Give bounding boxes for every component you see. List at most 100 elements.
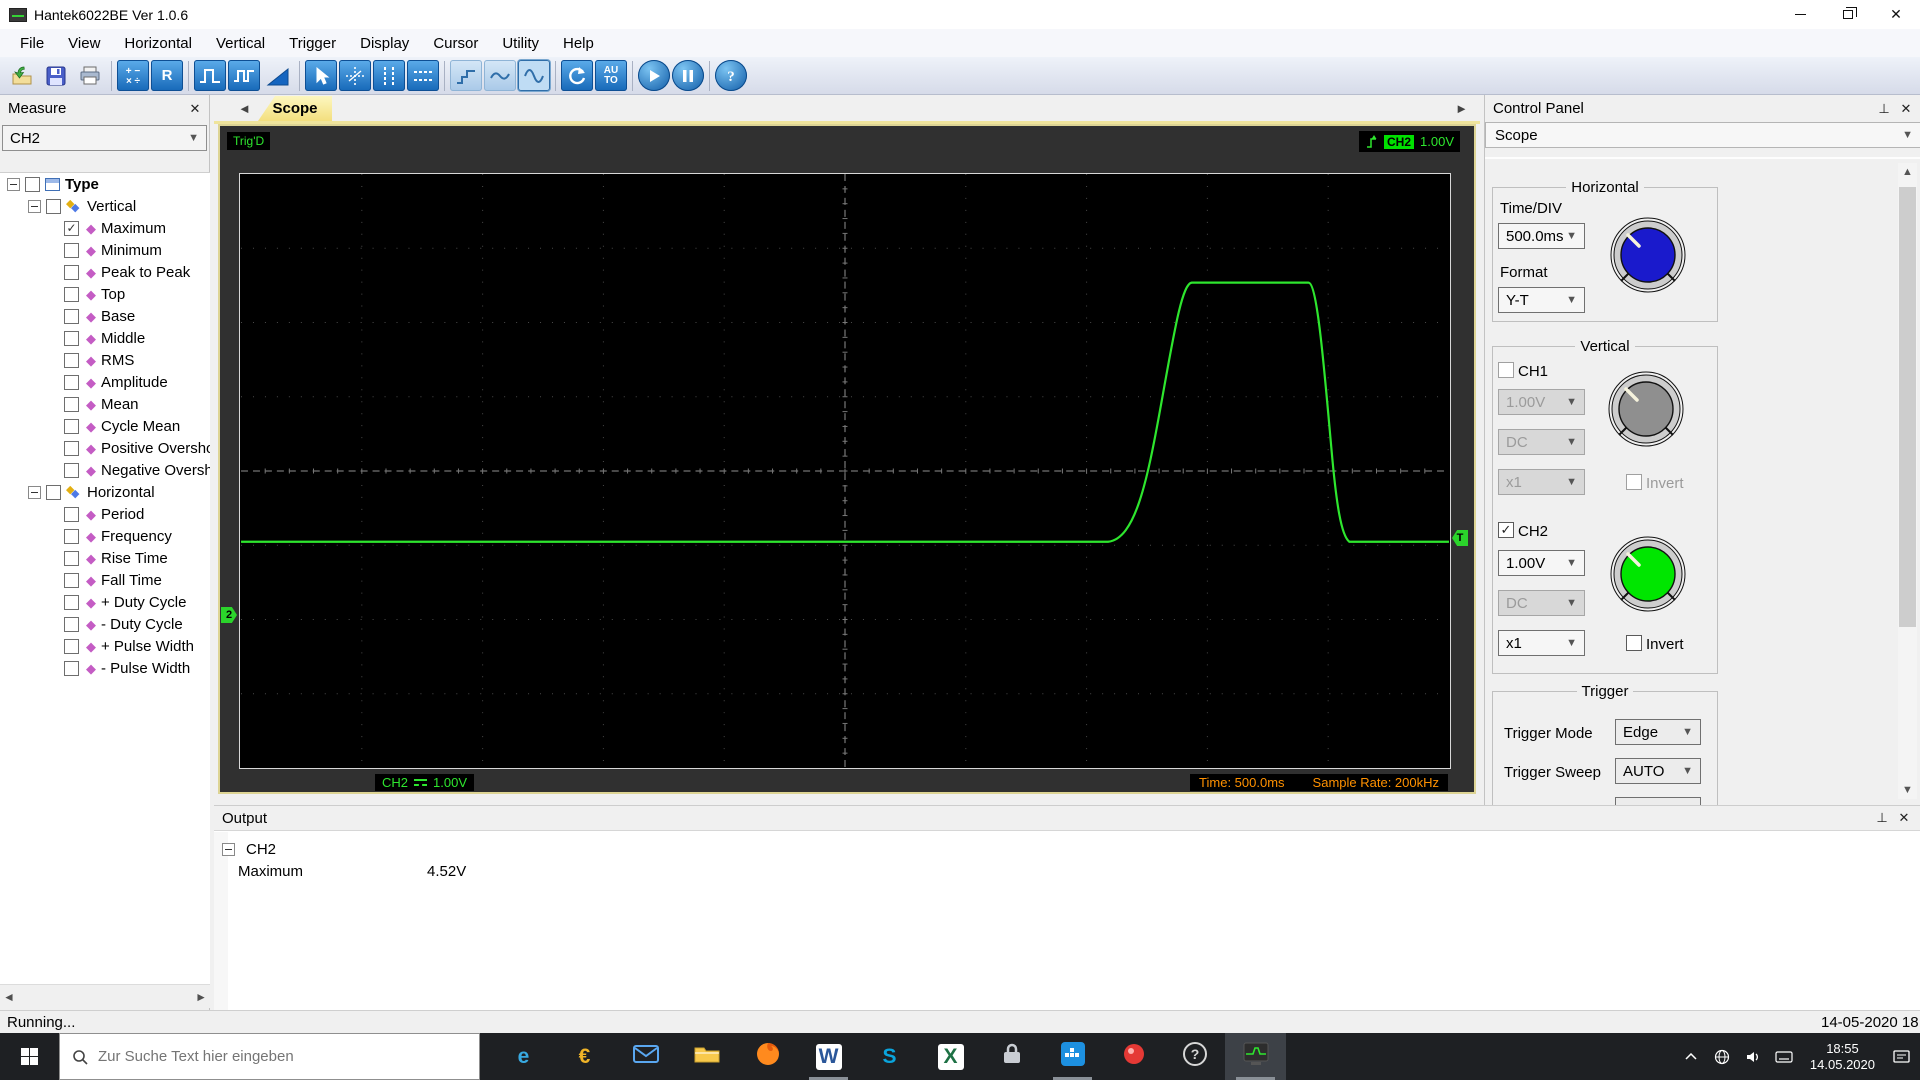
taskbar-app-lock-app[interactable] [981, 1033, 1042, 1080]
timebase-knob[interactable] [1608, 215, 1688, 295]
tree-checkbox[interactable] [64, 309, 79, 324]
tree-item-maximum[interactable]: ✓◆Maximum [0, 217, 210, 239]
tree-checkbox[interactable] [64, 331, 79, 346]
tree-item--pulse-width[interactable]: ◆- Pulse Width [0, 657, 210, 679]
taskbar-app-file-explorer[interactable] [676, 1033, 737, 1080]
menu-utility[interactable]: Utility [490, 32, 551, 55]
vertical-cursors-button[interactable] [373, 60, 405, 91]
taskbar-app-paint-red[interactable] [1103, 1033, 1164, 1080]
network-icon[interactable] [1711, 1049, 1733, 1065]
pause-button[interactable] [672, 60, 704, 91]
ch2-volt-select[interactable]: 1.00V ▼ [1498, 550, 1585, 576]
menu-cursor[interactable]: Cursor [421, 32, 490, 55]
help-button[interactable]: ? [715, 60, 747, 91]
search-input[interactable] [98, 1048, 458, 1065]
sine-wave-button[interactable] [518, 60, 550, 91]
tree-checkbox[interactable] [64, 639, 79, 654]
measure-panel-close-button[interactable]: ✕ [187, 101, 203, 117]
scroll-left-icon[interactable]: ◄ [3, 991, 15, 1003]
reference-wave-button[interactable]: R [151, 60, 183, 91]
minimize-button[interactable] [1776, 0, 1824, 29]
menu-file[interactable]: File [8, 32, 56, 55]
menu-horizontal[interactable]: Horizontal [112, 32, 204, 55]
tree-checkbox[interactable] [64, 595, 79, 610]
menu-display[interactable]: Display [348, 32, 421, 55]
taskbar-app-edge[interactable]: e [493, 1033, 554, 1080]
pulse-width-button[interactable] [194, 60, 226, 91]
menu-view[interactable]: View [56, 32, 112, 55]
tree-checkbox[interactable] [46, 485, 61, 500]
output-group-row[interactable]: CH2 [214, 838, 1920, 860]
pin-icon[interactable]: ⊥ [1876, 101, 1892, 117]
tree-checkbox[interactable] [64, 375, 79, 390]
tree-checkbox[interactable] [64, 551, 79, 566]
refresh-button[interactable] [561, 60, 593, 91]
start-button[interactable] [0, 1033, 59, 1080]
tree-item-peak-to-peak[interactable]: ◆Peak to Peak [0, 261, 210, 283]
maximize-button[interactable] [1824, 0, 1872, 29]
tree-item-mean[interactable]: ◆Mean [0, 393, 210, 415]
tree-item-amplitude[interactable]: ◆Amplitude [0, 371, 210, 393]
taskbar-search[interactable] [59, 1033, 480, 1080]
keyboard-icon[interactable] [1773, 1050, 1795, 1064]
pin-icon[interactable]: ⊥ [1874, 810, 1890, 826]
step-wave-button[interactable] [450, 60, 482, 91]
trigger-mode-select[interactable]: Edge ▼ [1615, 719, 1701, 745]
tree-checkbox[interactable] [64, 287, 79, 302]
ch2-volt-knob[interactable] [1608, 534, 1688, 614]
tree-item-base[interactable]: ◆Base [0, 305, 210, 327]
tree-checkbox[interactable] [64, 353, 79, 368]
menu-help[interactable]: Help [551, 32, 606, 55]
tree-checkbox[interactable] [64, 463, 79, 478]
measure-hscrollbar[interactable]: ◄ ► [0, 984, 210, 1008]
tree-item-rms[interactable]: ◆RMS [0, 349, 210, 371]
taskbar-app-firefox[interactable] [737, 1033, 798, 1080]
tree-checkbox[interactable] [64, 243, 79, 258]
ch2-ground-marker[interactable]: 2 [221, 607, 237, 623]
taskbar-app-excel[interactable]: X [920, 1033, 981, 1080]
tray-chevron-icon[interactable] [1680, 1053, 1702, 1061]
notifications-icon[interactable] [1890, 1049, 1912, 1065]
ch1-invert-checkbox[interactable] [1626, 474, 1642, 490]
control-panel-close-button[interactable]: ✕ [1898, 101, 1914, 117]
save-button[interactable] [40, 60, 72, 91]
taskbar-app-hantek-scope[interactable] [1225, 1033, 1286, 1080]
taskbar-clock[interactable]: 18:55 14.05.2020 [1804, 1041, 1881, 1073]
tree-checkbox[interactable] [64, 617, 79, 632]
measure-tools-button[interactable]: + −× ÷ [117, 60, 149, 91]
time-div-select[interactable]: 500.0ms ▼ [1498, 223, 1585, 249]
menu-trigger[interactable]: Trigger [277, 32, 348, 55]
output-panel-close-button[interactable]: ✕ [1896, 810, 1912, 826]
tab-scope[interactable]: Scope [258, 96, 332, 121]
tree-item-minimum[interactable]: ◆Minimum [0, 239, 210, 261]
tree-item-fall-time[interactable]: ◆Fall Time [0, 569, 210, 591]
cursor-pointer-button[interactable] [305, 60, 337, 91]
tree-item-period[interactable]: ◆Period [0, 503, 210, 525]
tab-scroll-right-icon[interactable]: ► [1455, 101, 1468, 116]
collapse-icon[interactable] [28, 486, 41, 499]
smooth-wave-button[interactable] [484, 60, 516, 91]
tree-item--duty-cycle[interactable]: ◆+ Duty Cycle [0, 591, 210, 613]
control-scrollbar[interactable]: ▲ ▼ [1898, 163, 1917, 799]
scroll-up-icon[interactable]: ▲ [1898, 163, 1917, 181]
control-page-select[interactable]: Scope ▼ [1485, 122, 1920, 148]
tree-item-middle[interactable]: ◆Middle [0, 327, 210, 349]
scroll-down-icon[interactable]: ▼ [1898, 781, 1917, 799]
tree-item-horizontal[interactable]: ◆◆Horizontal [0, 481, 210, 503]
ramp-button[interactable] [262, 60, 294, 91]
tree-item-top[interactable]: ◆Top [0, 283, 210, 305]
tree-item-positive-oversho[interactable]: ◆Positive Oversho [0, 437, 210, 459]
tree-checkbox[interactable] [64, 573, 79, 588]
collapse-icon[interactable] [222, 843, 235, 856]
tree-checkbox[interactable] [25, 177, 40, 192]
close-button[interactable]: ✕ [1872, 0, 1920, 29]
pulse-train-button[interactable] [228, 60, 260, 91]
tree-checkbox[interactable] [64, 397, 79, 412]
format-select[interactable]: Y-T ▼ [1498, 287, 1585, 313]
ch1-enable-checkbox[interactable] [1498, 362, 1514, 378]
tree-item-frequency[interactable]: ◆Frequency [0, 525, 210, 547]
tree-item--duty-cycle[interactable]: ◆- Duty Cycle [0, 613, 210, 635]
taskbar-app-skype[interactable]: S [859, 1033, 920, 1080]
tree-item-cycle-mean[interactable]: ◆Cycle Mean [0, 415, 210, 437]
tree-item-rise-time[interactable]: ◆Rise Time [0, 547, 210, 569]
